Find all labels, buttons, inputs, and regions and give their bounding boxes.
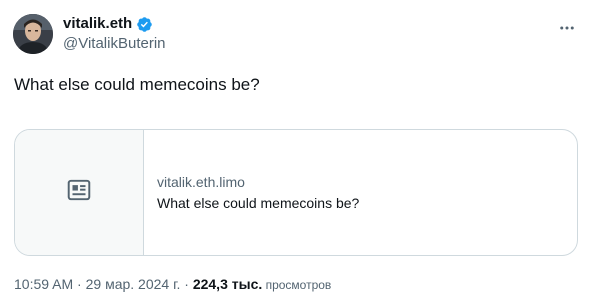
avatar-image	[13, 14, 53, 54]
author-name-row: vitalik.eth	[63, 14, 166, 34]
author-handle[interactable]: @VitalikButerin	[63, 34, 166, 54]
link-card[interactable]: vitalik.eth.limo What else could memecoi…	[14, 129, 578, 256]
article-icon	[66, 177, 92, 208]
tweet: vitalik.eth @VitalikButerin What else co…	[0, 0, 595, 305]
meta-separator: ·	[73, 276, 86, 292]
tweet-author: vitalik.eth @VitalikButerin	[63, 14, 166, 54]
avatar[interactable]	[13, 14, 53, 54]
author-display-name[interactable]: vitalik.eth	[63, 14, 132, 34]
tweet-text: What else could memecoins be?	[14, 75, 260, 94]
views-label: просмотров	[262, 278, 332, 292]
card-thumbnail	[15, 130, 144, 255]
more-horizontal-icon[interactable]	[555, 18, 579, 38]
tweet-meta: 10:59 AM · 29 мар. 2024 г. · 224,3 тыс. …	[14, 274, 331, 295]
verified-badge-icon	[136, 16, 153, 33]
tweet-time[interactable]: 10:59 AM	[14, 276, 73, 292]
tweet-date[interactable]: 29 мар. 2024 г.	[86, 276, 181, 292]
views-count: 224,3 тыс.	[192, 276, 263, 292]
meta-separator: ·	[180, 276, 193, 292]
card-domain: vitalik.eth.limo	[157, 174, 245, 190]
card-body: vitalik.eth.limo What else could memecoi…	[157, 173, 359, 213]
card-title: What else could memecoins be?	[157, 195, 360, 211]
